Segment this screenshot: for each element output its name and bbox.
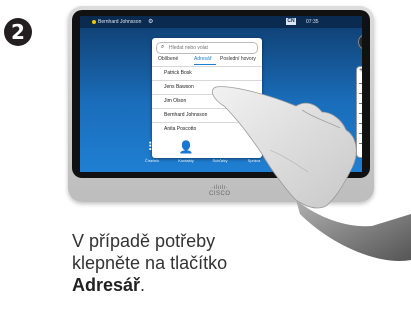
messages-icon: ✉ (248, 140, 260, 154)
calendar-day: 31 (213, 144, 227, 157)
search-icon: ⌕ (161, 44, 165, 50)
tab-directory[interactable]: Adresář (194, 56, 212, 62)
contact-list: Patrick Bosk Jens Bawson Jim Olson Bernh… (152, 66, 262, 136)
nav-messages[interactable]: ✉ Správa (242, 140, 266, 163)
volume-tick (359, 123, 362, 124)
nav-contacts[interactable]: 👤 Kontakty (174, 140, 198, 163)
instruction-text: V případě potřeby klepněte na tlačítko A… (72, 230, 372, 296)
volume-tick (359, 103, 362, 104)
tab-recent-calls[interactable]: Poslední hovory (220, 56, 256, 62)
nav-meetings[interactable]: 31 Schůzky (208, 140, 232, 163)
instruction-emphasis: Adresář (72, 275, 141, 295)
volume-tick (359, 143, 362, 144)
nav-keypad-label: Číselník (144, 158, 160, 163)
instruction-period: . (140, 275, 146, 295)
nav-meetings-label: Schůzky (212, 158, 228, 163)
list-item[interactable]: Jens Bawson (152, 80, 262, 94)
mute-button[interactable]: ✎ (358, 34, 362, 50)
clock: 07:35 (306, 19, 319, 25)
volume-tick (359, 133, 362, 134)
contacts-icon: 👤 (178, 140, 194, 154)
touch-panel-device: Bernhard Johnsson ⚙ CN 07:35 ✎ + ⌕ (68, 6, 374, 202)
list-item[interactable]: Bernhard Johnsson (152, 108, 262, 122)
device-bezel: Bernhard Johnsson ⚙ CN 07:35 ✎ + ⌕ (72, 10, 370, 178)
volume-plus-label: + (358, 67, 362, 74)
keypad-icon: ⠿ (147, 140, 157, 154)
step-number-badge: 2 (4, 18, 32, 46)
nav-contacts-label: Kontakty (178, 158, 194, 163)
settings-icon[interactable]: ⚙ (148, 18, 153, 25)
presence-icon (92, 20, 96, 24)
list-item[interactable]: Jim Olson (152, 94, 262, 108)
volume-tick (359, 113, 362, 114)
tab-bar: Oblíbené Adresář Poslední hovory (156, 56, 258, 65)
active-tab-indicator (194, 64, 216, 65)
status-bar: Bernhard Johnsson ⚙ CN 07:35 (80, 16, 362, 28)
nav-keypad[interactable]: ⠿ Číselník (140, 140, 164, 163)
calendar-icon: 31 (208, 140, 232, 157)
volume-slider[interactable]: + (356, 66, 362, 158)
tab-favorites[interactable]: Oblíbené (158, 56, 178, 62)
cisco-logo-text: CISCO (209, 191, 231, 197)
instruction-line-2: klepněte na tlačítko (72, 253, 228, 273)
touch-screen: Bernhard Johnsson ⚙ CN 07:35 ✎ + ⌕ (80, 16, 362, 172)
camera-indicator[interactable]: CN (286, 18, 296, 25)
list-item[interactable]: Patrick Bosk (152, 66, 262, 80)
volume-tick (359, 83, 362, 84)
search-input[interactable] (169, 43, 253, 53)
bottom-nav-bar: ⠿ Číselník 👤 Kontakty 31 Schůzky ✉ Správ… (140, 140, 270, 170)
instruction-line-1: V případě potřeby (72, 231, 216, 251)
nav-messages-label: Správa (247, 158, 261, 163)
cisco-logo: ·ılıılı· CISCO (209, 185, 231, 197)
volume-tick (359, 93, 362, 94)
search-field[interactable]: ⌕ (156, 42, 258, 54)
user-name[interactable]: Bernhard Johnsson (98, 19, 141, 25)
list-item[interactable]: Anita Poscotto (152, 122, 262, 136)
